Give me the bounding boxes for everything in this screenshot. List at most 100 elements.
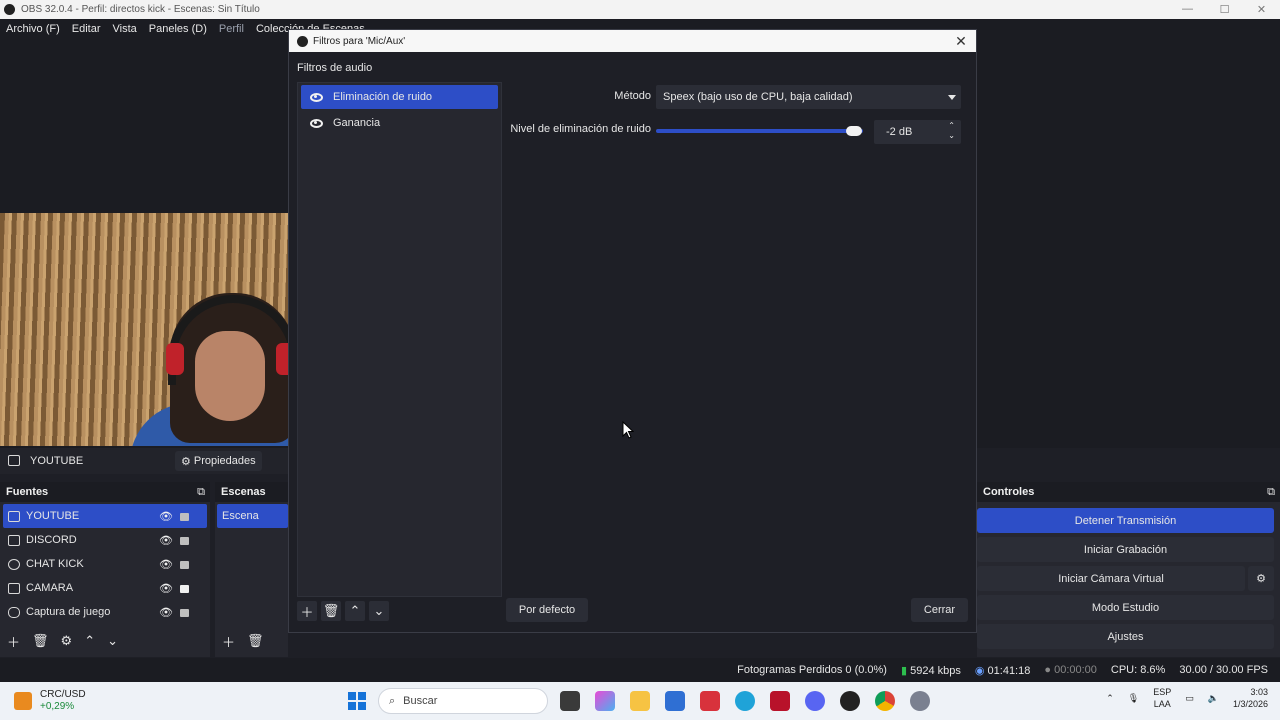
menu-paneles[interactable]: Paneles (D): [143, 23, 213, 35]
source-settings-button[interactable]: ⚙: [61, 633, 73, 649]
properties-label: Propiedades: [193, 455, 256, 467]
lock-icon[interactable]: [180, 609, 189, 617]
language-indicator[interactable]: ESP LAA: [1153, 686, 1171, 710]
lock-icon[interactable]: [180, 561, 189, 569]
undock-icon[interactable]: ⧉: [1267, 486, 1275, 499]
start-recording-button[interactable]: Iniciar Grabación: [977, 537, 1274, 562]
move-filter-down-button[interactable]: ⌄: [369, 601, 389, 621]
move-up-button[interactable]: ⌃: [84, 633, 95, 649]
add-source-button[interactable]: ＋: [7, 632, 20, 651]
menu-archivo[interactable]: Archivo (F): [0, 23, 66, 35]
chevron-up-icon[interactable]: ⌃: [1106, 692, 1114, 704]
selected-source-bar: YOUTUBE ⚙ Propiedades: [0, 448, 288, 474]
visibility-eye-icon[interactable]: 👁: [159, 510, 173, 523]
obs-logo-icon: [297, 35, 308, 47]
volume-icon[interactable]: 🔈: [1208, 692, 1219, 704]
scene-row[interactable]: Escena: [217, 504, 288, 528]
filter-label: Eliminación de ruido: [333, 91, 433, 103]
source-label: DISCORD: [26, 534, 77, 546]
copilot-icon[interactable]: [595, 691, 615, 711]
remove-filter-button[interactable]: 🗑: [321, 601, 341, 621]
stop-stream-button[interactable]: Detener Transmisión: [977, 508, 1274, 533]
menu-perfil[interactable]: Perfil: [213, 23, 250, 35]
dialog-titlebar: Filtros para 'Mic/Aux' ✕: [289, 30, 976, 52]
menu-editar[interactable]: Editar: [66, 23, 107, 35]
clock-time: 3:03: [1250, 687, 1268, 697]
filter-item-gain[interactable]: Ganancia: [301, 111, 498, 135]
gamepad-icon: [8, 606, 20, 618]
taskbar-search[interactable]: ⌕ Buscar: [378, 688, 548, 714]
eye-icon[interactable]: [310, 118, 323, 128]
gear-icon: ⚙: [181, 455, 191, 468]
clock[interactable]: 3:03 1/3/2026: [1233, 686, 1268, 710]
maximize-button[interactable]: ☐: [1206, 3, 1243, 16]
task-view-icon[interactable]: [560, 691, 580, 711]
filters-dialog: Filtros para 'Mic/Aux' ✕ Filtros de audi…: [288, 29, 977, 633]
app-red-icon[interactable]: [700, 691, 720, 711]
remove-scene-button[interactable]: 🗑: [247, 633, 264, 649]
eye-icon[interactable]: [310, 92, 323, 102]
lang-top: ESP: [1153, 687, 1172, 697]
noise-level-spinbox[interactable]: -2 dB ⌃ ⌄: [874, 120, 961, 144]
store-icon[interactable]: [665, 691, 685, 711]
visibility-eye-icon[interactable]: 👁: [159, 534, 173, 547]
visibility-eye-icon[interactable]: 👁: [159, 606, 173, 619]
source-row-youtube[interactable]: YOUTUBE 👁: [3, 504, 207, 528]
undock-icon[interactable]: ⧉: [197, 486, 205, 499]
spin-down-icon[interactable]: ⌄: [948, 131, 955, 140]
controls-title-label: Controles: [983, 486, 1035, 498]
source-row-discord[interactable]: DISCORD 👁: [0, 528, 210, 552]
minimize-button[interactable]: —: [1169, 3, 1206, 16]
spin-up-icon[interactable]: ⌃: [948, 121, 955, 130]
studio-mode-button[interactable]: Modo Estudio: [977, 595, 1274, 620]
discord-icon[interactable]: [805, 691, 825, 711]
controls-title: Controles ⧉: [977, 482, 1280, 502]
windows-start-icon[interactable]: [348, 692, 366, 710]
microphone-icon[interactable]: 🎙: [1128, 692, 1139, 704]
add-filter-button[interactable]: ＋: [297, 601, 317, 621]
move-filter-up-button[interactable]: ⌃: [345, 601, 365, 621]
noise-level-slider[interactable]: [656, 129, 863, 133]
lock-icon[interactable]: [180, 513, 189, 521]
browser-source-icon: [8, 455, 20, 466]
acrobat-icon[interactable]: [770, 691, 790, 711]
file-explorer-icon[interactable]: [630, 691, 650, 711]
filter-item-noise-suppression[interactable]: Eliminación de ruido: [301, 85, 498, 109]
source-label: CAMARA: [26, 582, 74, 594]
method-select[interactable]: Speex (bajo uso de CPU, baja calidad): [656, 85, 961, 109]
close-icon[interactable]: ✕: [946, 33, 976, 50]
visibility-eye-icon[interactable]: 👁: [159, 558, 173, 571]
source-row-chat-kick[interactable]: CHAT KICK 👁: [0, 552, 210, 576]
lock-icon[interactable]: [180, 537, 189, 545]
status-bar: Fotogramas Perdidos 0 (0.0%) ▮ 5924 kbps…: [0, 658, 1280, 682]
move-down-button[interactable]: ⌄: [107, 633, 118, 649]
close-window-button[interactable]: ✕: [1243, 3, 1280, 16]
close-button[interactable]: Cerrar: [911, 598, 968, 622]
source-label: CHAT KICK: [26, 558, 84, 570]
menu-vista[interactable]: Vista: [107, 23, 143, 35]
add-scene-button[interactable]: ＋: [222, 632, 235, 651]
ticker-widget[interactable]: CRC/USD +0,29%: [14, 689, 86, 713]
system-tray: ⌃ 🎙 ESP LAA ▭ 🔈 3:03 1/3/2026: [1106, 686, 1268, 710]
chrome-icon[interactable]: [875, 691, 895, 711]
record-time: 00:00:00: [1054, 664, 1097, 676]
cpu-usage: CPU: 8.6%: [1110, 664, 1166, 676]
start-virtual-cam-button[interactable]: Iniciar Cámara Virtual: [977, 566, 1245, 591]
defaults-button[interactable]: Por defecto: [506, 598, 588, 622]
settings-button[interactable]: Ajustes: [977, 624, 1274, 649]
settings-app-icon[interactable]: [910, 691, 930, 711]
slider-handle[interactable]: [846, 126, 862, 136]
source-row-captura[interactable]: Captura de juego 👁: [0, 600, 210, 624]
edge-icon[interactable]: [735, 691, 755, 711]
obs-icon[interactable]: [840, 691, 860, 711]
properties-button[interactable]: ⚙ Propiedades: [175, 451, 262, 471]
window-titlebar: OBS 32.0.4 - Perfil: directos kick - Esc…: [0, 0, 1280, 19]
browser-source-icon: [8, 510, 20, 522]
mouse-cursor-icon: [622, 421, 634, 439]
remove-source-button[interactable]: 🗑: [32, 633, 49, 649]
virtual-cam-settings-button[interactable]: ⚙: [1248, 566, 1274, 591]
lock-icon[interactable]: [180, 585, 189, 593]
network-icon[interactable]: ▭: [1185, 692, 1194, 704]
visibility-eye-icon[interactable]: 👁: [159, 582, 173, 595]
source-row-camara[interactable]: CAMARA 👁: [0, 576, 210, 600]
